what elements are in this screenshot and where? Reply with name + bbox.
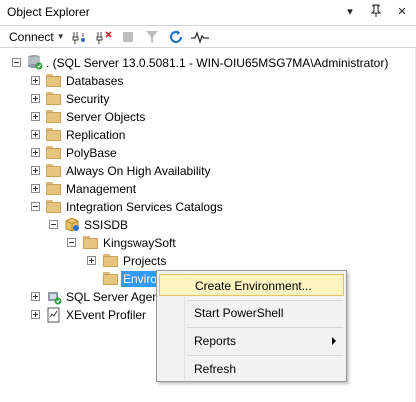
folder-icon: [46, 128, 62, 141]
expand-icon[interactable]: [31, 94, 40, 103]
menu-separator: [187, 300, 343, 301]
expand-icon[interactable]: [31, 76, 40, 85]
tree-label-selected: Enviro: [121, 271, 160, 287]
object-explorer-titlebar: Object Explorer ▾ ✕: [0, 0, 416, 26]
folder-icon: [46, 110, 62, 123]
connect-label: Connect: [9, 29, 54, 44]
tree-label: XEvent Profiler: [66, 308, 147, 322]
tree-label: Databases: [66, 74, 124, 88]
chevron-down-icon: ▼: [56, 32, 65, 41]
folder-icon: [46, 74, 62, 87]
folder-icon: [103, 272, 119, 285]
menu-item-start-powershell[interactable]: Start PowerShell: [159, 302, 344, 324]
tree-node-server[interactable]: . (SQL Server 13.0.5081.1 - WIN-OIU65MSG…: [0, 54, 416, 72]
pin-icon[interactable]: [368, 4, 384, 20]
collapse-icon[interactable]: [67, 238, 76, 247]
dropdown-icon[interactable]: ▾: [342, 4, 358, 20]
connect-object-explorer-icon[interactable]: [71, 28, 89, 46]
tree-label: SQL Server Agent: [66, 290, 163, 304]
folder-icon: [46, 200, 62, 213]
menu-item-label: Reports: [194, 334, 237, 348]
disconnect-icon[interactable]: [95, 28, 113, 46]
folder-icon: [103, 254, 119, 267]
profiler-icon: [46, 307, 62, 326]
expand-icon[interactable]: [31, 148, 40, 157]
submenu-arrow-icon: [332, 337, 336, 345]
tree-label: SSISDB: [84, 218, 129, 232]
tree-label: Replication: [66, 128, 126, 142]
folder-icon: [46, 146, 62, 159]
collapse-icon[interactable]: [31, 202, 40, 211]
menu-separator: [187, 355, 343, 356]
context-menu: Create Environment... Start PowerShell R…: [156, 270, 347, 382]
tree-label: Integration Services Catalogs: [66, 200, 223, 214]
tree-node-always-on[interactable]: Always On High Availability: [0, 162, 260, 180]
expand-icon[interactable]: [31, 184, 40, 193]
tree-label: PolyBase: [66, 146, 117, 160]
server-icon: [27, 54, 43, 73]
collapse-icon[interactable]: [49, 220, 58, 229]
tree-node-security[interactable]: Security: [0, 90, 200, 108]
expand-icon[interactable]: [87, 256, 96, 265]
menu-item-label: Create Environment...: [195, 279, 312, 293]
tree-node-databases[interactable]: Databases: [0, 72, 200, 90]
window-title: Object Explorer: [7, 5, 90, 19]
tree-label: Management: [66, 182, 137, 196]
tree-node-integration-services-catalogs[interactable]: Integration Services Catalogs: [0, 198, 260, 216]
connect-button[interactable]: Connect ▼: [9, 30, 65, 44]
collapse-icon[interactable]: [12, 58, 21, 67]
refresh-icon[interactable]: [167, 28, 185, 46]
filter-icon[interactable]: [143, 28, 161, 46]
tree-node-management[interactable]: Management: [0, 180, 200, 198]
tree-label: Always On High Availability: [66, 164, 211, 178]
menu-item-label: Refresh: [194, 362, 237, 376]
title-controls: ▾ ✕: [342, 4, 410, 20]
menu-item-refresh[interactable]: Refresh: [159, 358, 344, 380]
close-icon[interactable]: ✕: [394, 4, 410, 20]
object-explorer-toolbar: Connect ▼: [0, 26, 416, 48]
tree-node-polybase[interactable]: PolyBase: [0, 144, 200, 162]
tree-node-kingswaysoft[interactable]: KingswaySoft: [0, 234, 200, 252]
expand-icon[interactable]: [31, 112, 40, 121]
tree-label: KingswaySoft: [103, 236, 176, 250]
stop-icon[interactable]: [119, 28, 137, 46]
expand-icon[interactable]: [31, 310, 40, 319]
tree-label: . (SQL Server 13.0.5081.1 - WIN-OIU65MSG…: [46, 56, 389, 70]
folder-icon: [46, 182, 62, 195]
tree-node-ssisdb[interactable]: SSISDB: [0, 216, 200, 234]
tree-node-projects[interactable]: Projects: [0, 252, 200, 270]
tree-node-server-objects[interactable]: Server Objects: [0, 108, 200, 126]
tree-label: Server Objects: [66, 110, 146, 124]
tree-node-replication[interactable]: Replication: [0, 126, 200, 144]
folder-icon: [46, 164, 62, 177]
folder-icon: [83, 236, 99, 249]
expand-icon[interactable]: [31, 130, 40, 139]
tree-label: Security: [66, 92, 110, 106]
menu-item-create-environment[interactable]: Create Environment...: [159, 274, 344, 296]
expand-icon[interactable]: [31, 166, 40, 175]
folder-icon: [46, 92, 62, 105]
catalog-icon: [64, 216, 80, 235]
menu-item-label: Start PowerShell: [194, 306, 284, 320]
expand-icon[interactable]: [31, 292, 40, 301]
menu-item-reports[interactable]: Reports: [159, 330, 344, 352]
menu-separator: [187, 327, 343, 328]
activity-monitor-icon[interactable]: [190, 28, 209, 46]
tree-label: Projects: [123, 254, 167, 268]
